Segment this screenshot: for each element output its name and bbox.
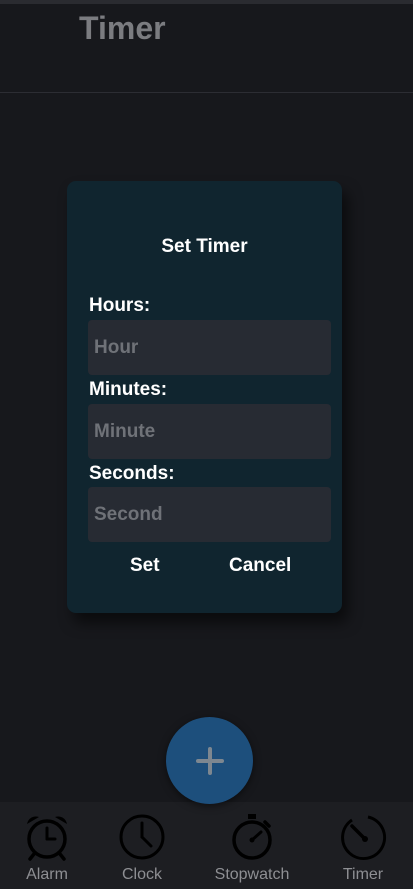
nav-item-stopwatch[interactable]: Stopwatch [199, 802, 305, 889]
nav-item-clock[interactable]: Clock [94, 802, 190, 889]
nav-label-alarm: Alarm [26, 866, 68, 883]
dialog-title: Set Timer [161, 236, 248, 257]
app-header: Timer [0, 4, 413, 93]
bottom-nav: Alarm Clock Stopwatch Timer [0, 802, 413, 889]
seconds-label: Seconds: [89, 463, 175, 484]
clock-icon [119, 814, 165, 860]
set-button[interactable]: Set [130, 555, 160, 577]
cancel-button[interactable]: Cancel [229, 555, 291, 577]
minutes-input[interactable] [88, 404, 331, 459]
stopwatch-icon [232, 814, 272, 860]
nav-label-timer: Timer [342, 866, 384, 883]
alarm-clock-icon [27, 816, 67, 861]
plus-icon [195, 746, 224, 775]
page-title: Timer [79, 10, 166, 46]
nav-item-timer[interactable]: Timer [316, 802, 410, 889]
seconds-input[interactable] [88, 487, 331, 542]
hours-label: Hours: [89, 295, 151, 316]
nav-label-stopwatch: Stopwatch [214, 866, 290, 883]
nav-label-clock: Clock [121, 866, 162, 883]
nav-item-alarm[interactable]: Alarm [0, 802, 94, 889]
hours-input[interactable] [88, 320, 331, 375]
add-timer-button[interactable] [166, 717, 253, 804]
minutes-label: Minutes: [89, 379, 168, 400]
timer-icon [341, 815, 387, 860]
set-timer-dialog: Set Timer Hours: Minutes: Seconds: Set C… [67, 181, 342, 613]
